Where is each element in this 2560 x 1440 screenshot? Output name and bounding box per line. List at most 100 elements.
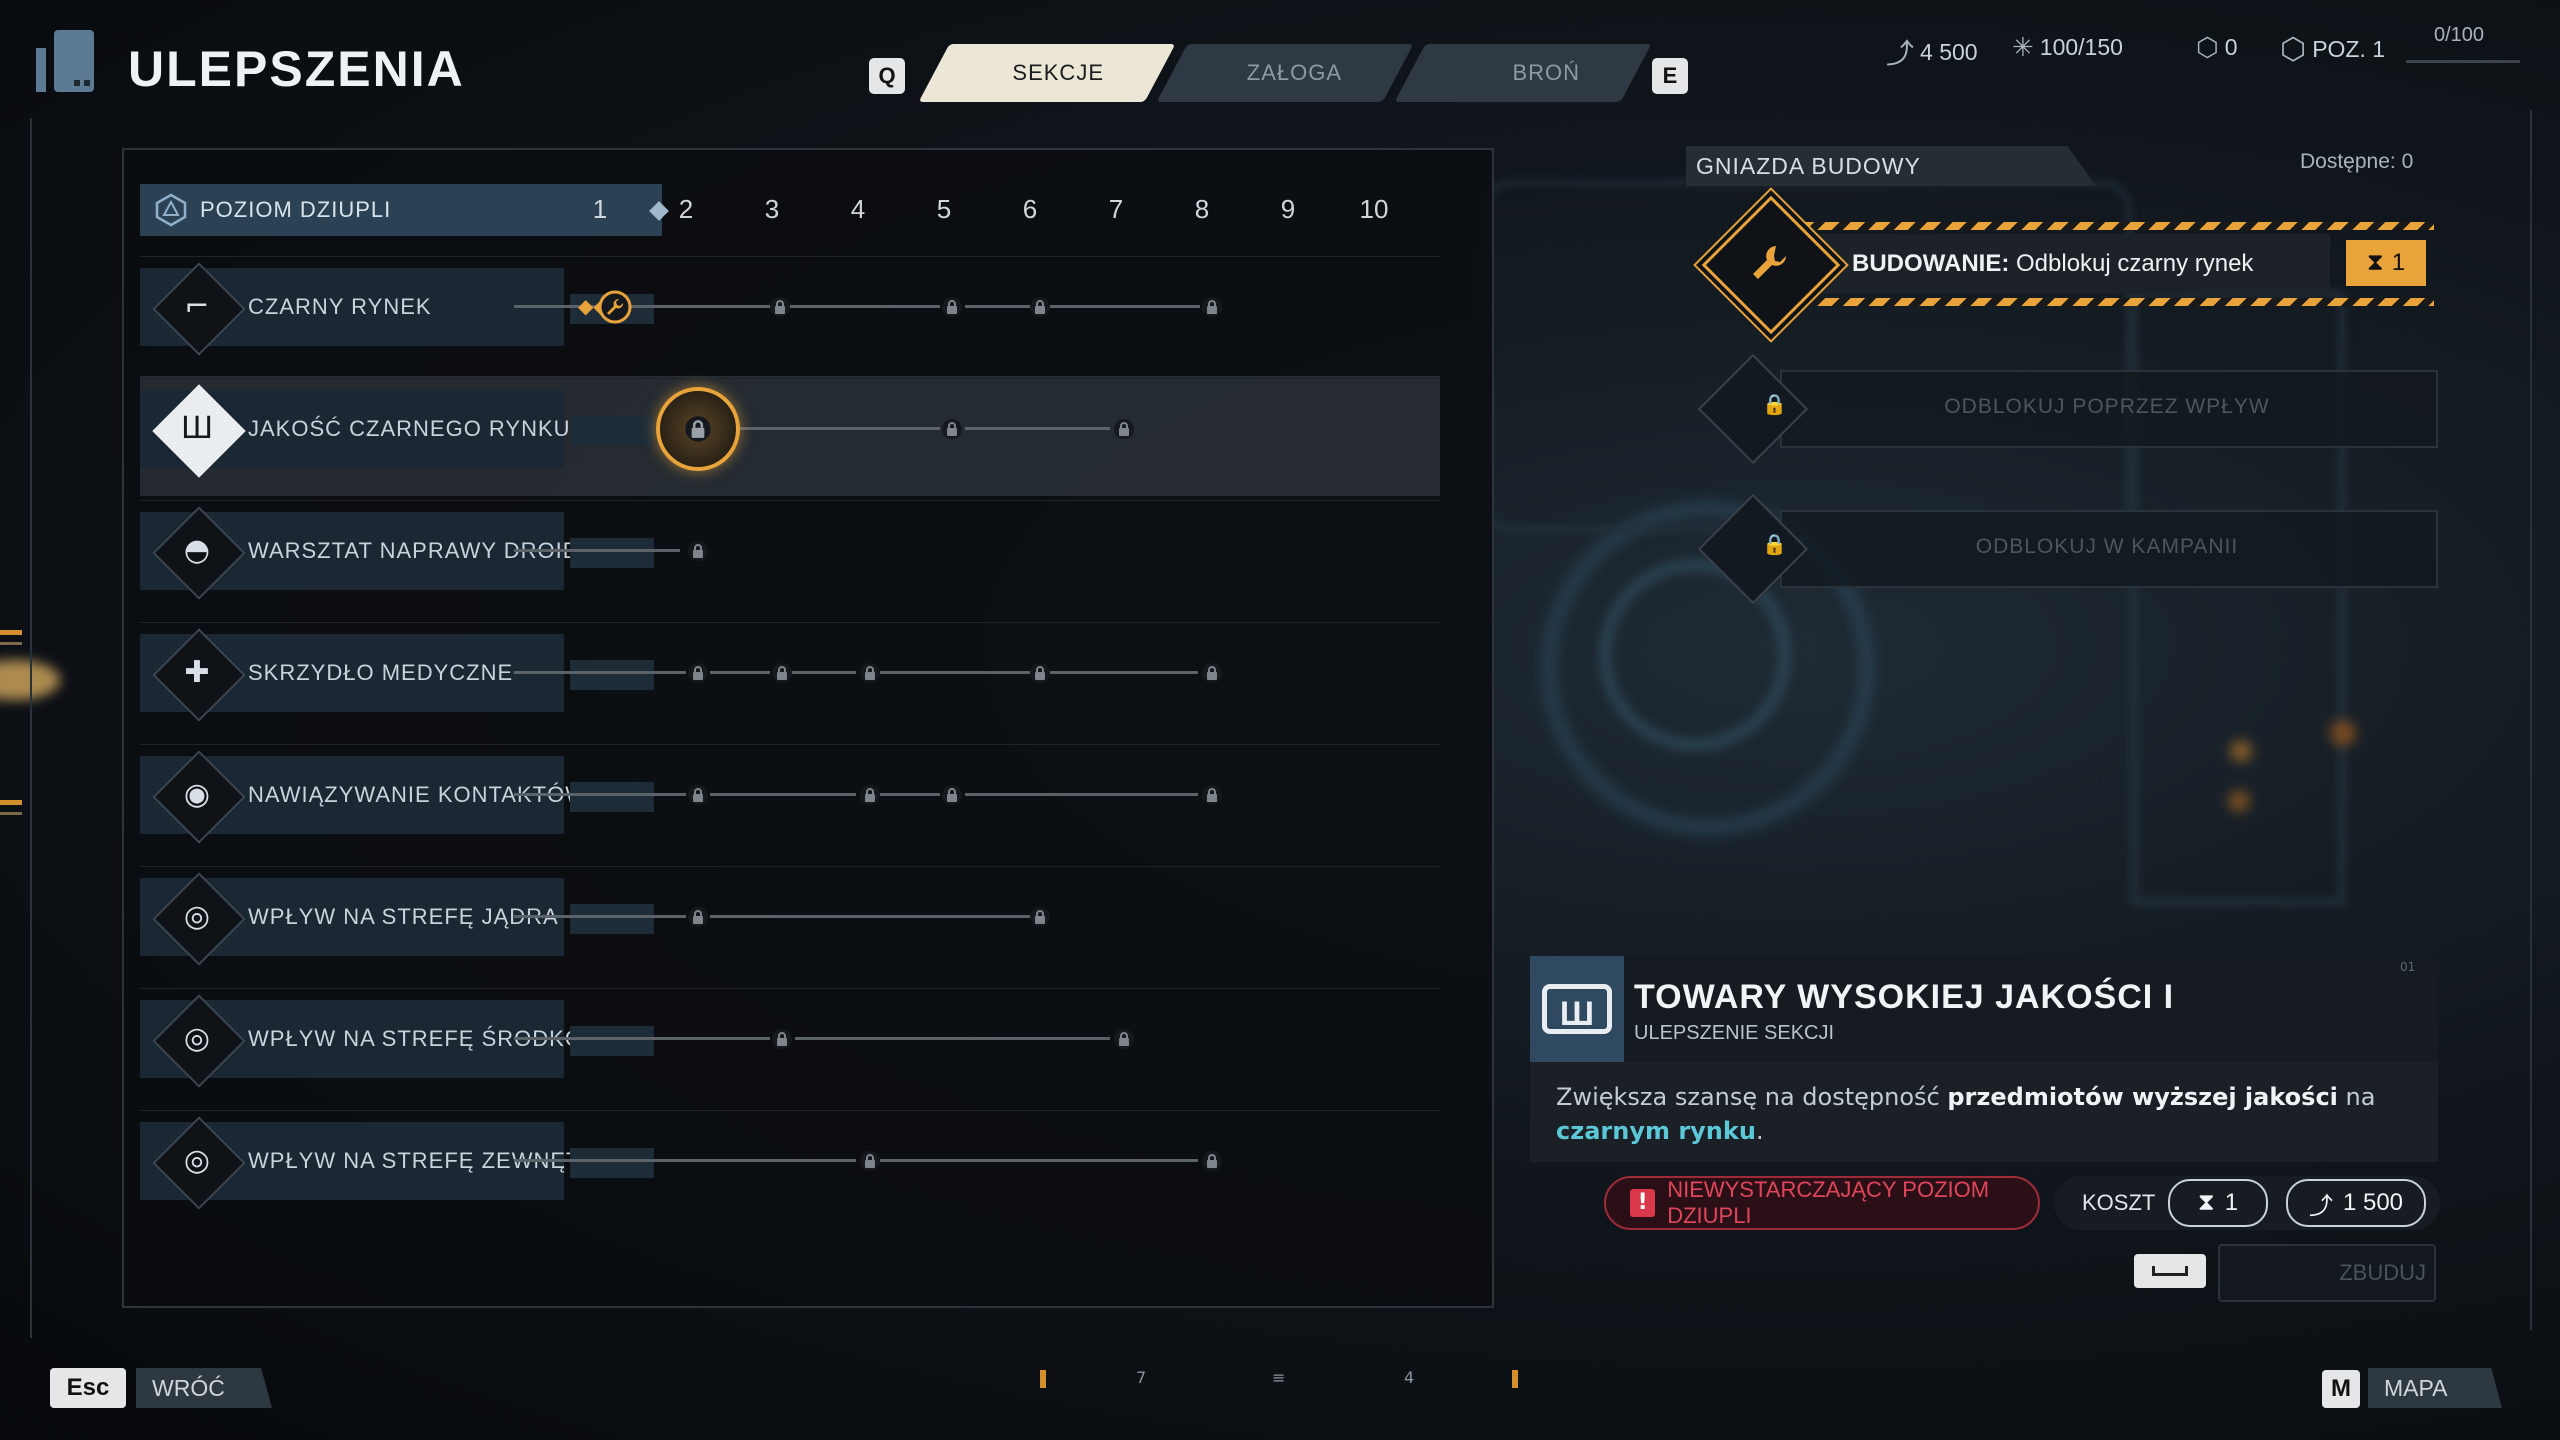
lock-icon[interactable] — [687, 906, 709, 928]
lock-icon[interactable] — [941, 784, 963, 806]
track-start — [570, 782, 654, 812]
xp-text: 0/100 — [2434, 24, 2485, 46]
lock-icon[interactable] — [859, 1150, 881, 1172]
lock-icon[interactable] — [1201, 296, 1223, 318]
frame-left — [30, 118, 92, 1338]
level-number-9: 9 — [1280, 194, 1296, 224]
warning-badge: ! NIEWYSTARCZAJĄCY POZIOM DZIUPLI — [1604, 1176, 2040, 1230]
level-display: ⬡ POZ. 1 — [2280, 33, 2386, 66]
track-line — [795, 1037, 1110, 1040]
crate-icon: Ш — [180, 411, 214, 446]
map-button[interactable]: MAPA — [2368, 1368, 2502, 1408]
lock-icon[interactable] — [1029, 906, 1051, 928]
track-line — [965, 305, 1030, 308]
track-line — [710, 671, 770, 674]
lock-icon[interactable] — [687, 540, 709, 562]
tab-sections[interactable]: SEKCJE — [918, 44, 1176, 102]
track-line — [1050, 305, 1200, 308]
lock-icon[interactable] — [1029, 662, 1051, 684]
track-line — [514, 549, 680, 552]
build-key-hint[interactable] — [2134, 1254, 2206, 1288]
lock-icon[interactable] — [1113, 1028, 1135, 1050]
level-number-4: 4 — [850, 194, 866, 224]
level-number-7: 7 — [1108, 194, 1124, 224]
section-row[interactable]: ◎ WPŁYW NA STREFĘ JĄDRA — [140, 864, 1440, 984]
cost-bar: KOSZT ⧗ 1 ⤴ 1 500 — [2054, 1176, 2440, 1230]
section-row[interactable]: ◉ NAWIĄZYWANIE KONTAKTÓW — [140, 742, 1440, 862]
build-slot-active[interactable]: BUDOWANIE: Odblokuj czarny rynek ⧗ 1 — [1800, 222, 2434, 306]
signal-icon: ◉ — [183, 777, 211, 812]
influence-icon: ◎ — [183, 899, 211, 934]
track-start — [570, 538, 654, 568]
track-line — [1050, 671, 1198, 674]
tab-prev-key[interactable]: Q — [869, 58, 905, 94]
tab-crew[interactable]: ZAŁOGA — [1156, 44, 1414, 102]
track-line — [880, 793, 940, 796]
track-start — [570, 1148, 654, 1178]
level-number-1: 1 — [592, 194, 608, 224]
lock-icon[interactable] — [941, 296, 963, 318]
upgrades-icon — [36, 30, 94, 92]
lock-icon[interactable] — [771, 1028, 793, 1050]
tab-weapons[interactable]: BROŃ — [1394, 44, 1652, 102]
lock-icon[interactable] — [1029, 296, 1051, 318]
lock-icon[interactable] — [771, 662, 793, 684]
section-row[interactable]: ⌐ CZARNY RYNEK ◆◆ — [140, 254, 1440, 374]
cost-credits: ⤴ 1 500 — [2286, 1179, 2426, 1227]
lock-icon: 🔒 — [1762, 532, 1787, 556]
tokens-display: ⬡ 0 — [2196, 32, 2238, 62]
build-slots-title: GNIAZDA BUDOWY — [1686, 146, 2096, 186]
token-icon: ⬡ — [2196, 32, 2219, 62]
lock-icon[interactable] — [1201, 662, 1223, 684]
level-number-6: 6 — [1022, 194, 1038, 224]
section-label-box: ◎ WPŁYW NA STREFĘ ZEWNĘTRZNĄ — [140, 1116, 643, 1210]
map-key[interactable]: M — [2322, 1370, 2360, 1408]
upgrade-info-tag: 01 — [2400, 960, 2416, 974]
tab-next-key[interactable]: E — [1652, 58, 1688, 94]
warning-icon: ! — [1630, 1189, 1656, 1217]
lock-icon[interactable] — [859, 662, 881, 684]
upgrade-info-header: Ш TOWARY WYSOKIEJ JAKOŚCI I ULEPSZENIE S… — [1530, 956, 2438, 1062]
track-line — [710, 915, 1030, 918]
track-start — [570, 660, 654, 690]
lock-icon[interactable] — [859, 784, 881, 806]
section-label: WPŁYW NA STREFĘ JĄDRA — [248, 904, 559, 929]
section-label-box: ⌐ CZARNY RYNEK — [140, 262, 564, 356]
section-label-box: ◎ WPŁYW NA STREFĘ JĄDRA — [140, 872, 564, 966]
level-icon: ⬡ — [2280, 33, 2307, 66]
side-ticks — [0, 630, 22, 820]
influence-icon: ◎ — [183, 1021, 211, 1056]
crate-icon: Ш — [1542, 984, 1612, 1034]
section-label-box: Ш JAKOŚĆ CZARNEGO RYNKU — [140, 384, 570, 478]
page-indicator: 7 ≡ 4 — [1040, 1368, 1520, 1394]
credits-icon: ⤴ — [1886, 38, 1915, 69]
back-button[interactable]: WRÓĆ — [136, 1368, 272, 1408]
build-button[interactable]: ZBUDUJ — [2218, 1244, 2436, 1302]
lock-icon[interactable] — [1113, 418, 1135, 440]
section-row[interactable]: ✚ SKRZYDŁO MEDYCZNE — [140, 620, 1440, 740]
hazard-stripe-top — [1800, 222, 2434, 230]
level-header: POZIOM DZIUPLI 1 2 3 4 5 6 7 8 9 10 — [140, 184, 1440, 236]
lock-icon[interactable] — [687, 784, 709, 806]
section-row[interactable]: ◓ WARSZTAT NAPRAWY DROIDÓW — [140, 498, 1440, 618]
track-start — [570, 1026, 654, 1056]
lock-icon[interactable] — [941, 418, 963, 440]
credits-icon: ⤴ — [2308, 1192, 2333, 1220]
level-number-5: 5 — [936, 194, 952, 224]
section-label: JAKOŚĆ CZARNEGO RYNKU — [248, 416, 571, 441]
lock-icon[interactable] — [1201, 784, 1223, 806]
lock-icon[interactable] — [769, 296, 791, 318]
lock-icon[interactable] — [1201, 1150, 1223, 1172]
section-row[interactable]: ◎ WPŁYW NA STREFĘ ZEWNĘTRZNĄ — [140, 1108, 1440, 1228]
back-key[interactable]: Esc — [50, 1368, 126, 1408]
section-row[interactable]: Ш JAKOŚĆ CZARNEGO RYNKU — [140, 376, 1440, 496]
lock-icon[interactable] — [687, 662, 709, 684]
track-start — [570, 904, 654, 934]
section-row[interactable]: ◎ WPŁYW NA STREFĘ ŚRODKOWĄ — [140, 986, 1440, 1106]
level-number-3: 3 — [764, 194, 780, 224]
wrench-icon[interactable] — [598, 290, 632, 324]
track-line — [724, 427, 940, 430]
lock-icon: 🔒 — [1762, 392, 1787, 416]
track-line — [880, 671, 1030, 674]
level-number-2: 2 — [678, 194, 694, 224]
